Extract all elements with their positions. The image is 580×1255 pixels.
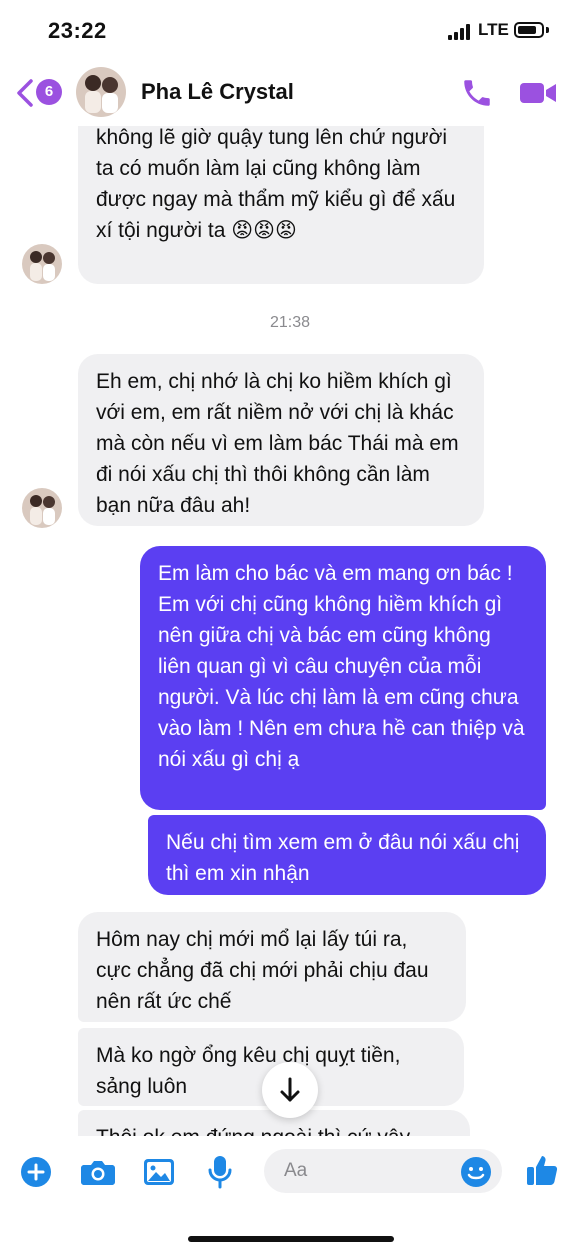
incoming-message[interactable]: không lẽ giờ quậy tung lên chứ người ta … [78,100,484,284]
back-chevron-icon[interactable] [14,78,36,108]
sender-avatar[interactable] [22,244,62,284]
message-text: Em làm cho bác và em mang ơn bác ! Em vớ… [158,562,525,771]
chat-header: 6 Pha Lê Crystal [0,62,580,126]
like-icon[interactable] [524,1152,560,1188]
video-call-icon[interactable] [518,78,558,108]
status-time: 23:22 [48,18,107,43]
arrow-down-icon [280,1077,300,1102]
outgoing-message[interactable]: Nếu chị tìm xem em ở đâu nói xấu chị thì… [148,815,546,895]
unread-count-badge[interactable]: 6 [36,79,62,105]
contact-avatar[interactable] [76,67,126,117]
home-indicator [188,1236,394,1242]
battery-icon [514,22,544,38]
phone-call-icon[interactable] [460,76,494,110]
microphone-icon[interactable] [206,1154,234,1190]
emoji-icon[interactable] [460,1156,492,1188]
message-text: Eh em, chị nhớ là chị ko hiềm khích gì v… [96,370,459,517]
incoming-message[interactable]: Eh em, chị nhớ là chị ko hiềm khích gì v… [78,354,484,526]
message-timestamp: 21:38 [269,314,311,331]
message-text: Nếu chị tìm xem em ở đâu nói xấu chị thì… [166,831,520,885]
cellular-signal-icon [448,24,474,40]
scroll-to-bottom-button[interactable] [262,1062,318,1118]
camera-icon[interactable] [80,1156,116,1188]
battery-tip [546,27,549,33]
status-bar: 23:22 LTE [0,0,580,62]
message-input-placeholder: Aa [284,1160,308,1181]
network-type: LTE [478,20,509,39]
contact-name[interactable]: Pha Lê Crystal [141,79,294,105]
message-composer: Aa [0,1136,580,1255]
message-text: Hôm nay chị mới mổ lại lấy túi ra, cực c… [96,928,429,1013]
message-text: không lẽ giờ quậy tung lên chứ người ta … [96,126,456,242]
plus-icon[interactable] [20,1156,52,1188]
incoming-message[interactable]: Hôm nay chị mới mổ lại lấy túi ra, cực c… [78,912,466,1022]
outgoing-message[interactable]: Em làm cho bác và em mang ơn bác ! Em vớ… [140,546,546,810]
message-text: Mà ko ngờ ổng kêu chị quỵt tiền, sảng lu… [96,1044,401,1098]
sender-avatar[interactable] [22,488,62,528]
image-icon[interactable] [142,1156,176,1188]
